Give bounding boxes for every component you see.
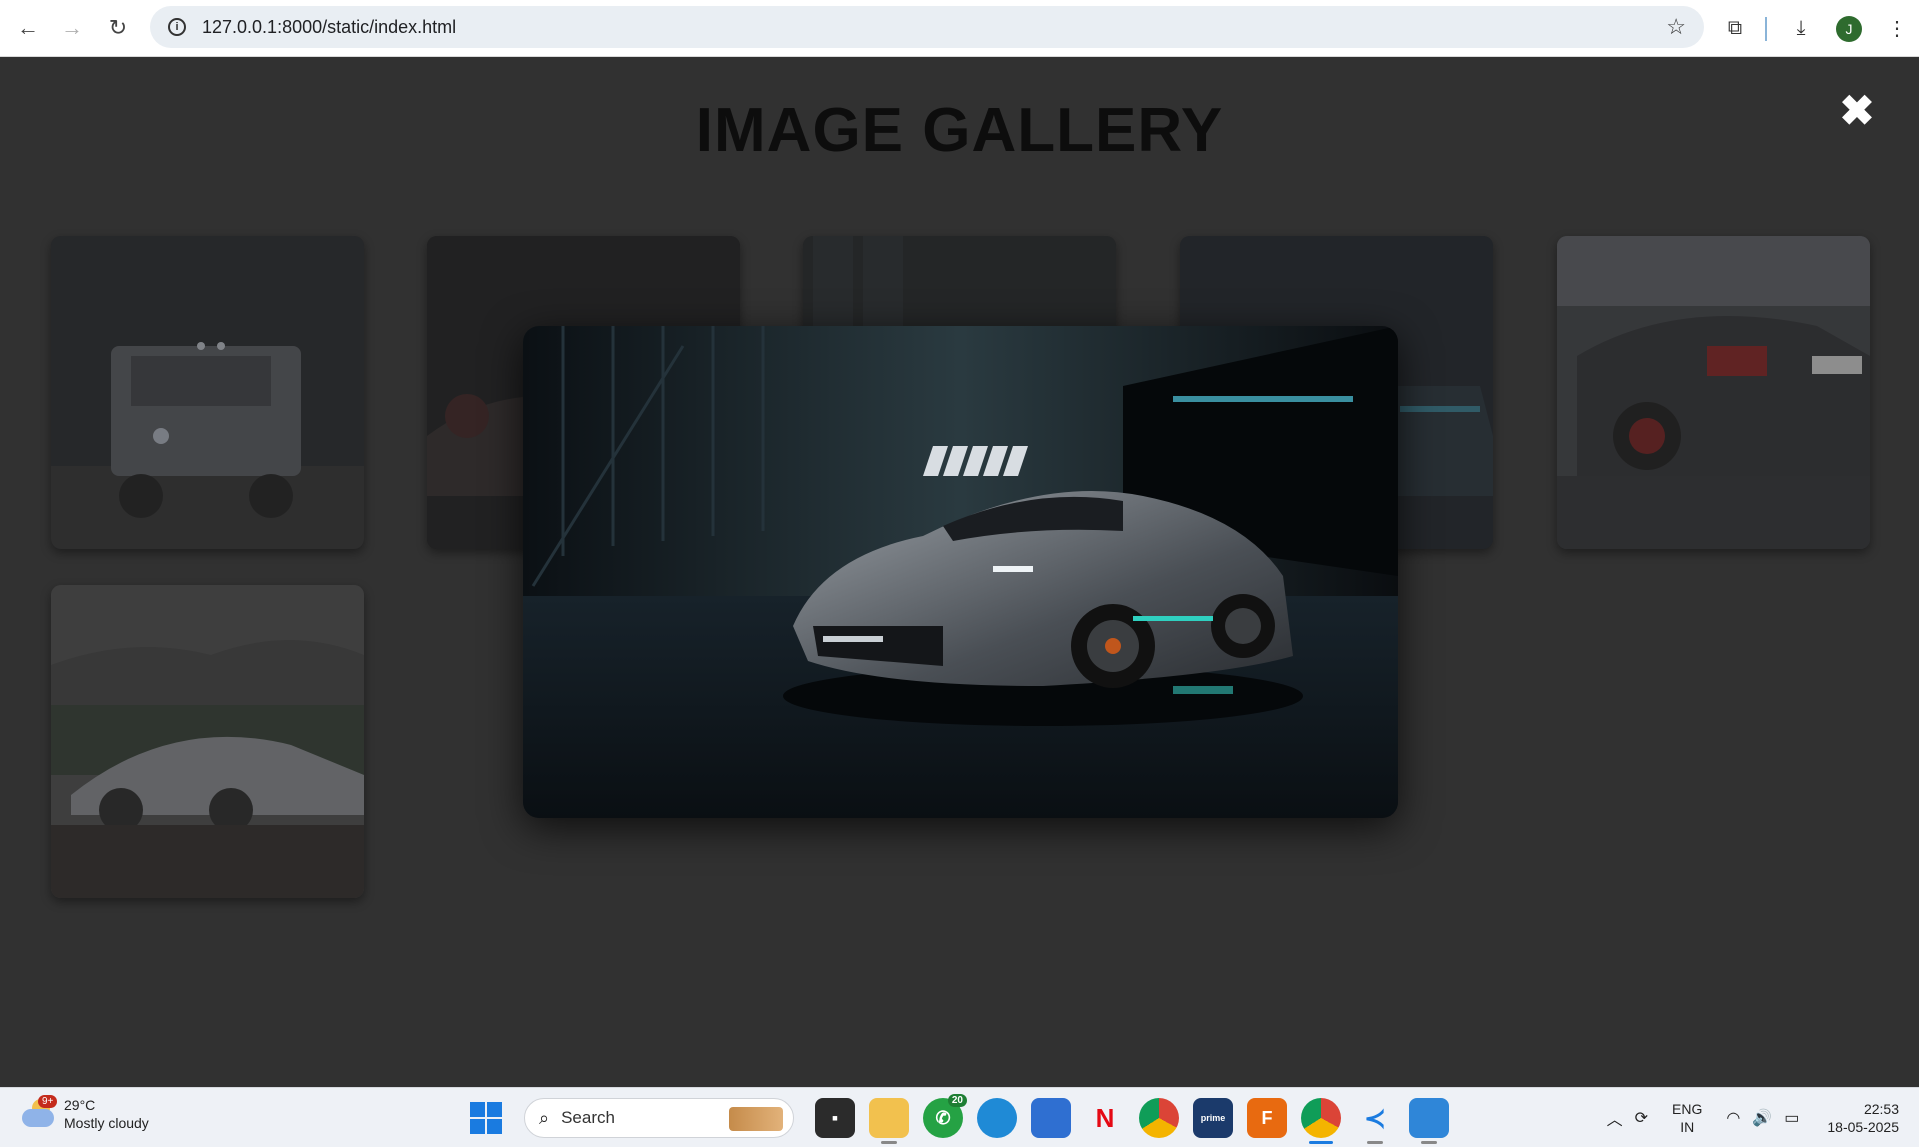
windows-start-icon[interactable] (470, 1102, 502, 1134)
gallery-page: IMAGE GALLERY ✖ (0, 57, 1919, 1087)
task-view-icon[interactable]: ▪ (815, 1098, 855, 1138)
prime-video-icon[interactable]: prime (1193, 1098, 1233, 1138)
weather-widget[interactable]: 9+ 29°C Mostly cloudy (22, 1095, 149, 1132)
chevron-up-icon[interactable]: ︿ (1607, 1106, 1623, 1130)
store-icon[interactable] (1031, 1098, 1071, 1138)
lightbox-image[interactable] (523, 326, 1398, 818)
browser-toolbar: ← → ↻ i 127.0.0.1:8000/static/index.html… (0, 0, 1919, 57)
vscode-icon[interactable]: ≺ (1355, 1098, 1395, 1144)
clock-time: 22:53 (1863, 1101, 1899, 1117)
search-icon: ⌕ (539, 1107, 550, 1128)
netflix-icon[interactable]: N (1085, 1098, 1125, 1138)
weather-desc: Mostly cloudy (64, 1115, 149, 1131)
notepad-icon[interactable] (1409, 1098, 1449, 1144)
site-info-icon[interactable]: i (168, 18, 186, 36)
search-highlight-icon (729, 1107, 783, 1131)
address-bar[interactable]: i 127.0.0.1:8000/static/index.html ☆ (150, 6, 1704, 48)
clock-date: 18-05-2025 (1827, 1119, 1899, 1135)
whatsapp-icon[interactable]: ✆ 20 (923, 1094, 967, 1138)
fl-studio-icon[interactable]: F (1247, 1098, 1287, 1138)
close-icon[interactable]: ✖ (1839, 90, 1875, 132)
chrome-icon[interactable] (1139, 1098, 1179, 1138)
profile-initial: J (1836, 15, 1862, 42)
whatsapp-badge: 20 (947, 1094, 967, 1107)
volume-icon[interactable]: 🔊 (1752, 1108, 1772, 1128)
battery-icon[interactable]: ▭ (1784, 1108, 1799, 1128)
lang-line1: ENG (1672, 1101, 1703, 1117)
profile-avatar[interactable]: J (1827, 7, 1871, 51)
reload-icon[interactable]: ↻ (96, 6, 140, 50)
search-label: Search (561, 1108, 615, 1127)
gallery-thumb-1[interactable] (51, 236, 364, 549)
toolbar-divider (1765, 16, 1767, 41)
page-title: IMAGE GALLERY (695, 96, 1224, 165)
gallery-thumb-5[interactable] (1557, 236, 1870, 549)
weather-badge: 9+ (38, 1095, 58, 1108)
wifi-icon[interactable]: ◠ (1726, 1108, 1740, 1128)
sync-icon[interactable]: ⟳ (1635, 1108, 1648, 1128)
chrome-profile-icon[interactable] (1301, 1098, 1341, 1144)
language-indicator[interactable]: ENG IN (1672, 1100, 1702, 1136)
file-explorer-icon[interactable] (869, 1098, 909, 1144)
windows-taskbar: 9+ 29°C Mostly cloudy ⌕ Search ▪ ✆ 20 N p… (0, 1087, 1919, 1147)
url-text: 127.0.0.1:8000/static/index.html (202, 16, 457, 37)
menu-kebab-icon[interactable]: ⋮ (1875, 7, 1919, 51)
extensions-icon[interactable]: ⧉ (1713, 7, 1757, 51)
edge-icon[interactable] (977, 1098, 1017, 1138)
bookmark-star-icon[interactable]: ☆ (1666, 14, 1686, 40)
taskbar-search[interactable]: ⌕ Search (524, 1098, 794, 1138)
forward-icon[interactable]: → (50, 6, 94, 50)
weather-cloud-icon: 9+ (22, 1095, 58, 1129)
download-icon[interactable]: ⤓ (1779, 7, 1823, 51)
lang-line2: IN (1680, 1119, 1695, 1135)
gallery-thumb-6[interactable] (51, 585, 364, 898)
weather-temp: 29°C (64, 1097, 96, 1113)
clock[interactable]: 22:53 18-05-2025 (1827, 1100, 1899, 1136)
back-icon[interactable]: ← (6, 6, 50, 50)
